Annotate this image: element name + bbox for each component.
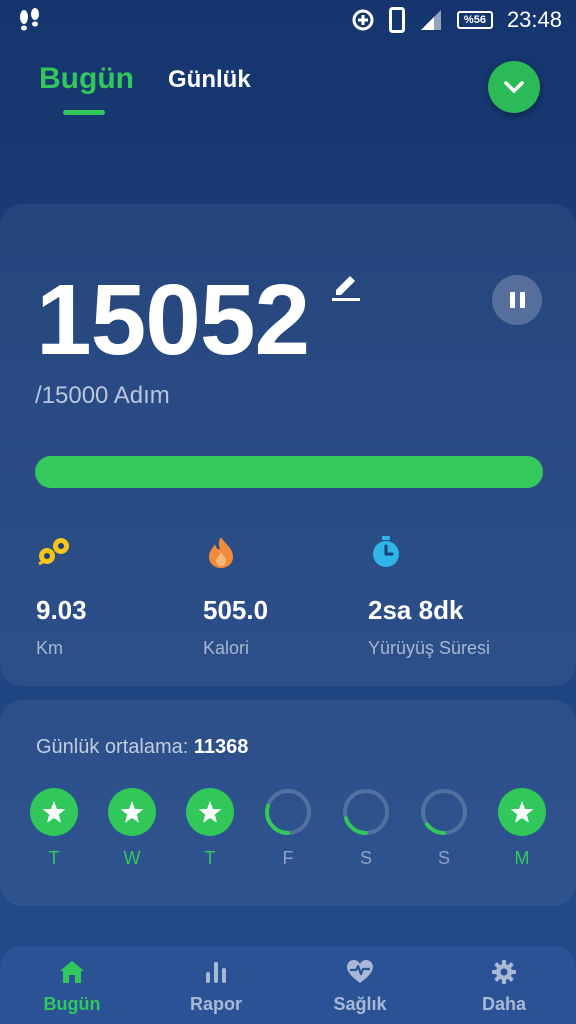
- today-summary-card: 15052 /15000 Adım 9.03 Km 505.0 Kalori 2…: [0, 204, 576, 686]
- day-label: F: [282, 848, 294, 868]
- progress-ring: [265, 789, 311, 835]
- tab-daily[interactable]: Günlük: [168, 66, 251, 94]
- day-2[interactable]: T: [186, 788, 234, 869]
- star-icon: [498, 788, 546, 836]
- star-icon: [30, 788, 78, 836]
- pause-icon: [509, 292, 515, 308]
- day-label: M: [514, 848, 530, 868]
- stat-value: 505.0: [203, 595, 269, 625]
- step-count: 15052: [36, 264, 310, 376]
- status-bar: %56 23:48: [0, 0, 576, 40]
- nav-label: Sağlık: [333, 994, 387, 1014]
- day-1[interactable]: W: [108, 788, 156, 869]
- status-time: 23:48: [506, 7, 562, 32]
- data-saver-icon: [352, 9, 374, 31]
- star-icon: [108, 788, 156, 836]
- day-4[interactable]: S: [342, 788, 390, 869]
- day-0[interactable]: T: [30, 788, 78, 869]
- bottom-navigation: Bugün Rapor Sağlık Daha: [0, 946, 576, 1024]
- stat-walking-time: 2sa 8dk Yürüyüş Süresi: [368, 534, 490, 659]
- chevron-down-icon: [504, 81, 524, 93]
- daily-average-value: 11368: [193, 736, 249, 758]
- step-progress-fill: [35, 456, 543, 488]
- stat-label: Kalori: [203, 638, 250, 658]
- day-3[interactable]: F: [264, 788, 312, 869]
- daily-average: Günlük ortalama: 11368: [36, 736, 248, 759]
- tab-today[interactable]: Bugün: [39, 62, 134, 96]
- day-label: T: [48, 848, 60, 868]
- step-goal: /15000 Adım: [35, 382, 170, 409]
- progress-ring: [343, 789, 389, 835]
- pause-button[interactable]: [492, 275, 542, 325]
- nav-item-today[interactable]: Bugün: [0, 946, 144, 1024]
- stat-label: Km: [36, 638, 63, 658]
- nav-label: Daha: [481, 994, 526, 1014]
- gear-icon: [492, 960, 516, 984]
- stat-value: 2sa 8dk: [368, 595, 464, 625]
- daily-average-label: Günlük ortalama:: [36, 736, 189, 758]
- battery-indicator: %56: [456, 11, 493, 29]
- footprints-icon: [20, 8, 39, 31]
- progress-ring: [421, 789, 467, 835]
- day-label: W: [123, 848, 141, 868]
- day-label: S: [359, 848, 372, 868]
- step-progress-bar: [35, 456, 543, 488]
- nav-label: Rapor: [189, 994, 242, 1014]
- nav-item-health[interactable]: Sağlık: [288, 946, 432, 1024]
- stat-calories: 505.0 Kalori: [203, 534, 268, 659]
- header: Bugün Günlük: [0, 58, 576, 118]
- signal-icon: [420, 10, 441, 30]
- stat-label: Yürüyüş Süresi: [368, 638, 491, 658]
- stat-distance: 9.03 Km: [36, 534, 87, 659]
- day-label: S: [437, 848, 450, 868]
- footprint-distance-icon: [38, 538, 69, 566]
- nav-item-more[interactable]: Daha: [432, 946, 576, 1024]
- week-day-row: TWTFSSM: [30, 788, 546, 878]
- day-6[interactable]: M: [498, 788, 546, 869]
- home-icon: [60, 961, 84, 983]
- stat-value: 9.03: [36, 595, 87, 625]
- heart-pulse-icon: [347, 960, 373, 983]
- stopwatch-icon: [373, 536, 399, 567]
- star-icon: [186, 788, 234, 836]
- dropdown-button[interactable]: [488, 61, 540, 113]
- active-tab-indicator: [63, 110, 105, 115]
- weekly-card: Günlük ortalama: 11368 T W T F S S M: [0, 700, 576, 906]
- bar-chart-icon: [206, 962, 226, 983]
- nav-item-report[interactable]: Rapor: [144, 946, 288, 1024]
- flame-icon: [209, 537, 233, 568]
- edit-icon[interactable]: [330, 270, 362, 302]
- phone-icon: [388, 7, 405, 33]
- day-5[interactable]: S: [420, 788, 468, 869]
- nav-label: Bugün: [43, 994, 101, 1014]
- day-label: T: [204, 848, 216, 868]
